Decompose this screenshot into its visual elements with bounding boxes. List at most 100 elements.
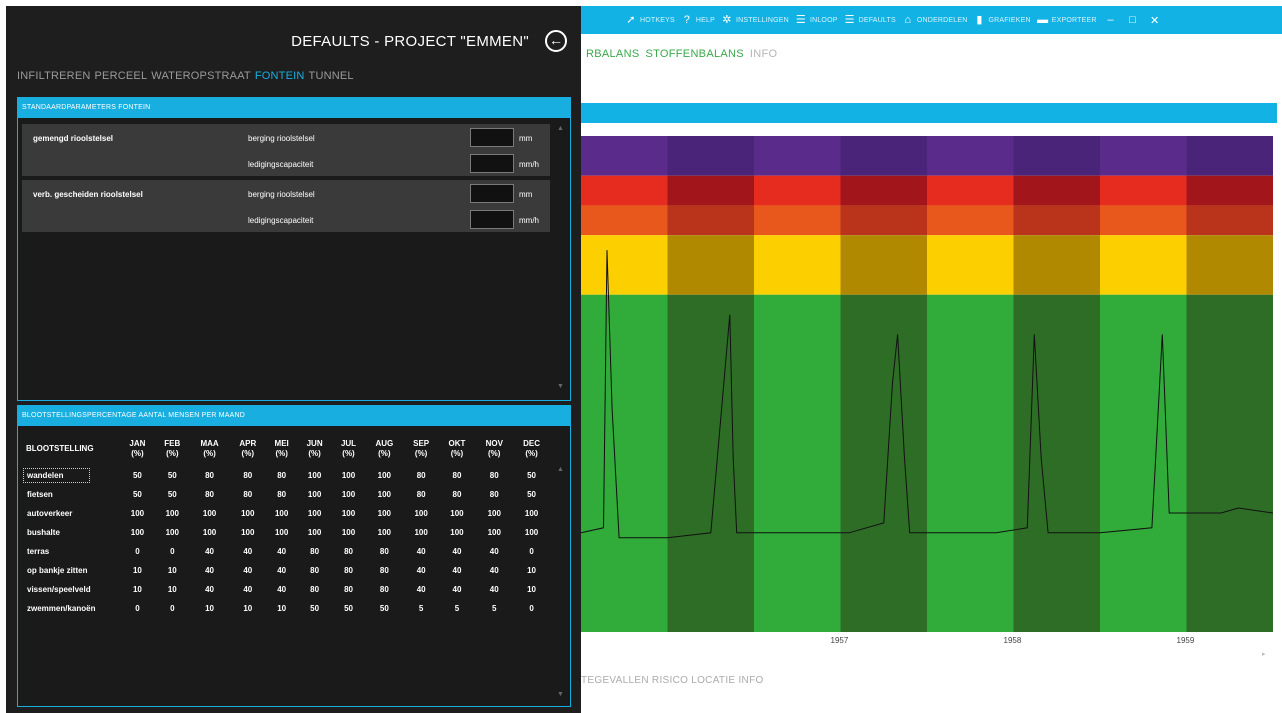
table-cell[interactable]: 40 bbox=[229, 580, 266, 599]
table-cell[interactable]: 40 bbox=[404, 542, 439, 561]
table-row[interactable]: terras 0 0 40 40 40 80 80 80 40 40 40 0 bbox=[23, 542, 550, 561]
table-cell[interactable]: 10 bbox=[120, 561, 155, 580]
table-cell[interactable]: 10 bbox=[155, 561, 190, 580]
table-cell[interactable]: 40 bbox=[229, 542, 266, 561]
table-cell[interactable]: 100 bbox=[297, 523, 332, 542]
table-cell[interactable]: 100 bbox=[439, 504, 476, 523]
table-cell[interactable]: 100 bbox=[404, 523, 439, 542]
table-cell[interactable]: 10 bbox=[266, 599, 297, 618]
table-row[interactable]: fietsen 50 50 80 80 80 100 100 100 80 80 80 50 bbox=[23, 485, 550, 504]
table-cell[interactable]: 80 bbox=[404, 466, 439, 485]
table-cell[interactable]: 0 bbox=[513, 599, 550, 618]
table-cell[interactable]: 40 bbox=[404, 580, 439, 599]
tab-tunnel[interactable]: TUNNEL bbox=[309, 70, 354, 82]
table-cell[interactable]: 80 bbox=[475, 466, 513, 485]
table-cell[interactable]: 40 bbox=[190, 561, 230, 580]
tab-wateropstraat[interactable]: WATEROPSTRAAT bbox=[151, 70, 251, 82]
table-cell[interactable]: 5 bbox=[439, 599, 476, 618]
scroll-up-icon[interactable]: ▲ bbox=[557, 466, 564, 473]
table-cell[interactable]: 100 bbox=[404, 504, 439, 523]
table-row[interactable]: op bankje zitten 10 10 40 40 40 80 80 80 40 40 40 10 bbox=[23, 561, 550, 580]
close-button[interactable]: ✕ bbox=[1147, 14, 1163, 27]
table-cell[interactable]: 80 bbox=[297, 561, 332, 580]
table-cell[interactable]: 80 bbox=[190, 466, 230, 485]
toolbar-item-exporteer[interactable]: ▬ EXPORTEER bbox=[1037, 14, 1097, 26]
param-input[interactable] bbox=[470, 154, 514, 173]
table-cell[interactable]: 100 bbox=[439, 523, 476, 542]
param-input[interactable] bbox=[470, 184, 514, 203]
table-cell[interactable]: 40 bbox=[266, 542, 297, 561]
table-cell[interactable]: 100 bbox=[297, 485, 332, 504]
table-cell[interactable]: 100 bbox=[266, 523, 297, 542]
minimize-button[interactable]: – bbox=[1103, 14, 1119, 26]
table-cell[interactable]: 10 bbox=[513, 580, 550, 599]
table-row[interactable]: zwemmen/kanoën 0 0 10 10 10 50 50 50 5 5 5 0 bbox=[23, 599, 550, 618]
table-cell[interactable]: 100 bbox=[229, 523, 266, 542]
toolbar-item-grafieken[interactable]: ▮ GRAFIEKEN bbox=[973, 14, 1030, 26]
scroll-up-icon[interactable]: ▲ bbox=[557, 125, 564, 132]
table-cell[interactable]: 50 bbox=[297, 599, 332, 618]
table-cell[interactable]: 80 bbox=[332, 580, 365, 599]
table-cell[interactable]: 40 bbox=[475, 580, 513, 599]
toolbar-item-inloop[interactable]: ☰ INLOOP bbox=[795, 14, 838, 26]
table-cell[interactable]: 10 bbox=[155, 580, 190, 599]
table-cell[interactable]: 100 bbox=[120, 523, 155, 542]
table-cell[interactable]: 40 bbox=[190, 542, 230, 561]
scroll-down-icon[interactable]: ▼ bbox=[557, 691, 564, 698]
table-cell[interactable]: 50 bbox=[513, 485, 550, 504]
param-input[interactable] bbox=[470, 128, 514, 147]
tab-infiltreren[interactable]: INFILTREREN bbox=[17, 70, 91, 82]
table-cell[interactable]: 100 bbox=[365, 504, 404, 523]
table-cell[interactable]: 80 bbox=[266, 485, 297, 504]
tab-fontein[interactable]: FONTEIN bbox=[255, 70, 305, 82]
table-cell[interactable]: 100 bbox=[266, 504, 297, 523]
table-cell[interactable]: 40 bbox=[439, 542, 476, 561]
table-cell[interactable]: 80 bbox=[404, 485, 439, 504]
table-cell[interactable]: 80 bbox=[439, 466, 476, 485]
table-row[interactable]: bushalte 100 100 100 100 100 100 100 100 100 100 10… bbox=[23, 523, 550, 542]
table-cell[interactable]: 40 bbox=[404, 561, 439, 580]
table-cell[interactable]: 80 bbox=[266, 466, 297, 485]
table-cell[interactable]: 100 bbox=[155, 504, 190, 523]
scroll-down-icon[interactable]: ▼ bbox=[557, 383, 564, 390]
table-cell[interactable]: 40 bbox=[439, 580, 476, 599]
bottom-tabs[interactable]: TEGEVALLEN RISICO LOCATIE INFO bbox=[581, 675, 764, 686]
table-row[interactable]: vissen/speelveld 10 10 40 40 40 80 80 80 40 40 40 10 bbox=[23, 580, 550, 599]
table-cell[interactable]: 80 bbox=[297, 542, 332, 561]
table-cell[interactable]: 50 bbox=[120, 466, 155, 485]
table-cell[interactable]: 0 bbox=[513, 542, 550, 561]
toolbar-item-onderdelen[interactable]: ⌂ ONDERDELEN bbox=[902, 14, 968, 26]
table-cell[interactable]: 100 bbox=[365, 466, 404, 485]
tab-perceel[interactable]: PERCEEL bbox=[95, 70, 148, 82]
table-cell[interactable]: 80 bbox=[229, 466, 266, 485]
table-cell[interactable]: 100 bbox=[332, 504, 365, 523]
table-cell[interactable]: 100 bbox=[513, 504, 550, 523]
param-input[interactable] bbox=[470, 210, 514, 229]
table-cell[interactable]: 40 bbox=[229, 561, 266, 580]
table-cell[interactable]: 100 bbox=[190, 523, 230, 542]
table-cell[interactable]: 0 bbox=[120, 542, 155, 561]
table-cell[interactable]: 80 bbox=[475, 485, 513, 504]
table-cell[interactable]: 100 bbox=[120, 504, 155, 523]
toolbar-item-help[interactable]: ? HELP bbox=[681, 14, 715, 26]
tab-stoffenbalans[interactable]: STOFFENBALANS bbox=[645, 48, 743, 60]
table-cell[interactable]: 0 bbox=[155, 599, 190, 618]
table-cell[interactable]: 100 bbox=[365, 485, 404, 504]
table-cell[interactable]: 100 bbox=[229, 504, 266, 523]
toolbar-item-hotkeys[interactable]: ➚ HOTKEYS bbox=[625, 14, 675, 26]
table-cell[interactable]: 0 bbox=[155, 542, 190, 561]
tab-info[interactable]: INFO bbox=[750, 48, 777, 60]
table-cell[interactable]: 80 bbox=[332, 542, 365, 561]
table-cell[interactable]: 10 bbox=[513, 561, 550, 580]
table-cell[interactable]: 40 bbox=[266, 561, 297, 580]
table-cell[interactable]: 40 bbox=[475, 542, 513, 561]
table-cell[interactable]: 80 bbox=[229, 485, 266, 504]
table-cell[interactable]: 40 bbox=[439, 561, 476, 580]
table-cell[interactable]: 100 bbox=[155, 523, 190, 542]
table-cell[interactable]: 100 bbox=[190, 504, 230, 523]
table-cell[interactable]: 50 bbox=[155, 466, 190, 485]
table-cell[interactable]: 10 bbox=[120, 580, 155, 599]
tab-rbalans[interactable]: RBALANS bbox=[586, 48, 639, 60]
table-cell[interactable]: 100 bbox=[332, 466, 365, 485]
toolbar-item-defaults[interactable]: ☰ DEFAULTS bbox=[844, 14, 896, 26]
